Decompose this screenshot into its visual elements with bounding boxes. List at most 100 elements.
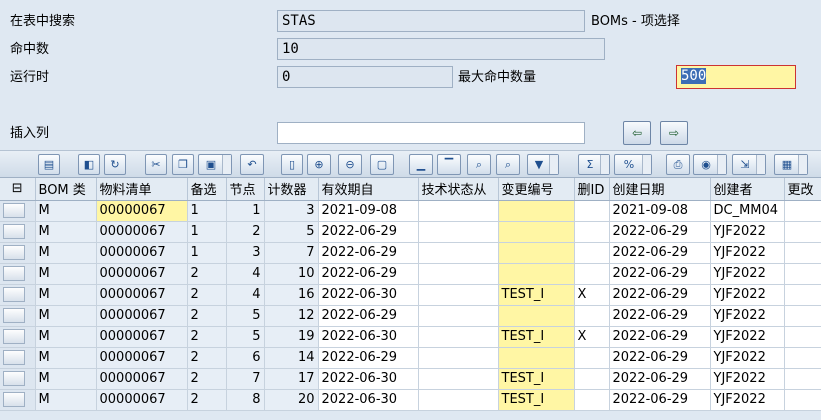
subtotal-button[interactable]: %	[614, 154, 652, 175]
column-header[interactable]: BOM 类	[35, 178, 97, 201]
table-cell[interactable]	[784, 368, 821, 390]
table-cell[interactable]: 2021-09-08	[318, 200, 419, 222]
table-cell[interactable]: X	[574, 284, 610, 306]
sort-desc-button[interactable]: ▔	[437, 154, 461, 175]
table-cell[interactable]	[574, 263, 610, 285]
table-cell[interactable]	[574, 347, 610, 369]
table-cell[interactable]: 2022-06-30	[318, 389, 419, 411]
table-row[interactable]: M 00000067 2 7 17 2022-06-30 TEST_I 2022-06-29 Y…	[0, 368, 821, 390]
table-cell[interactable]: 2022-06-29	[609, 389, 711, 411]
export-button[interactable]: ⇲	[732, 154, 766, 175]
table-cell[interactable]: 00000067	[96, 284, 188, 306]
table-cell[interactable]	[574, 221, 610, 243]
row-selector[interactable]	[0, 200, 36, 222]
paste-columns-button[interactable]: ⇨	[660, 121, 688, 145]
table-cell[interactable]: 1	[226, 200, 265, 222]
check-table-button[interactable]: ◧	[78, 154, 100, 175]
insert-row-button[interactable]: ⊕	[307, 154, 331, 175]
table-cell[interactable]: M	[35, 263, 97, 285]
table-cell[interactable]: 00000067	[96, 368, 188, 390]
table-cell[interactable]: M	[35, 389, 97, 411]
table-cell[interactable]	[498, 305, 575, 327]
table-cell[interactable]	[418, 221, 499, 243]
copy-row-button[interactable]: ▢	[370, 154, 394, 175]
table-cell[interactable]: 8	[226, 389, 265, 411]
table-cell[interactable]: DC_MM04	[710, 200, 785, 222]
table-cell[interactable]: 00000067	[96, 221, 188, 243]
table-cell[interactable]: M	[35, 242, 97, 264]
table-cell[interactable]	[498, 347, 575, 369]
table-cell[interactable]	[784, 284, 821, 306]
find-next-button[interactable]: ⌕	[496, 154, 520, 175]
table-cell[interactable]: TEST_I	[498, 368, 575, 390]
table-cell[interactable]: YJF2022	[710, 368, 785, 390]
table-cell[interactable]: 6	[226, 347, 265, 369]
table-cell[interactable]	[418, 284, 499, 306]
table-cell[interactable]	[418, 263, 499, 285]
table-cell[interactable]: 19	[264, 326, 319, 348]
row-selector[interactable]	[0, 326, 36, 348]
find-button[interactable]: ⌕	[467, 154, 491, 175]
table-cell[interactable]: YJF2022	[710, 242, 785, 264]
table-cell[interactable]: 2021-09-08	[609, 200, 711, 222]
table-cell[interactable]: 2	[187, 347, 227, 369]
table-cell[interactable]: 00000067	[96, 263, 188, 285]
table-cell[interactable]: 20	[264, 389, 319, 411]
column-header[interactable]: 备选	[187, 178, 227, 201]
table-cell[interactable]	[498, 263, 575, 285]
table-cell[interactable]: 2022-06-29	[609, 368, 711, 390]
table-cell[interactable]: M	[35, 368, 97, 390]
table-cell[interactable]	[784, 221, 821, 243]
table-cell[interactable]: 2022-06-29	[318, 242, 419, 264]
table-cell[interactable]: 12	[264, 305, 319, 327]
table-cell[interactable]: 3	[226, 242, 265, 264]
table-cell[interactable]: 2022-06-29	[609, 326, 711, 348]
table-cell[interactable]	[418, 242, 499, 264]
table-cell[interactable]: 2022-06-29	[609, 242, 711, 264]
table-cell[interactable]: 2022-06-30	[318, 368, 419, 390]
row-selector[interactable]	[0, 284, 36, 306]
table-cell[interactable]: 2022-06-29	[609, 305, 711, 327]
cut-button[interactable]: ✂	[145, 154, 167, 175]
table-cell[interactable]: M	[35, 221, 97, 243]
row-selector[interactable]	[0, 347, 36, 369]
column-header[interactable]: 删ID	[574, 178, 610, 201]
column-header[interactable]: 节点	[226, 178, 265, 201]
select-all-icon[interactable]: ⊟	[0, 178, 36, 201]
table-cell[interactable]	[418, 305, 499, 327]
sort-asc-button[interactable]: ▁	[409, 154, 433, 175]
table-cell[interactable]: M	[35, 305, 97, 327]
delete-row-button[interactable]: ⊖	[338, 154, 362, 175]
row-selector[interactable]	[0, 305, 36, 327]
table-cell[interactable]: TEST_I	[498, 389, 575, 411]
table-cell[interactable]: 2	[226, 221, 265, 243]
table-cell[interactable]: 2022-06-30	[318, 326, 419, 348]
table-cell[interactable]: 00000067	[96, 389, 188, 411]
table-cell[interactable]: 2022-06-29	[609, 221, 711, 243]
table-cell[interactable]: M	[35, 347, 97, 369]
table-cell[interactable]: 00000067	[96, 200, 188, 222]
copy-columns-button[interactable]: ⇦	[623, 121, 651, 145]
table-cell[interactable]: M	[35, 326, 97, 348]
table-cell[interactable]: 2022-06-29	[609, 284, 711, 306]
table-cell[interactable]: 4	[226, 263, 265, 285]
table-cell[interactable]: YJF2022	[710, 326, 785, 348]
table-cell[interactable]: 17	[264, 368, 319, 390]
table-cell[interactable]	[784, 305, 821, 327]
table-cell[interactable]: TEST_I	[498, 326, 575, 348]
table-row[interactable]: M 00000067 1 2 5 2022-06-29 2022-06-29 YJF2022	[0, 221, 821, 243]
table-cell[interactable]	[784, 263, 821, 285]
copy-button[interactable]: ❐	[172, 154, 194, 175]
table-cell[interactable]	[574, 242, 610, 264]
search-field[interactable]: STAS	[277, 10, 585, 32]
table-cell[interactable]: YJF2022	[710, 389, 785, 411]
column-header[interactable]: 创建者	[710, 178, 785, 201]
layout-button[interactable]: ▦	[774, 154, 808, 175]
table-row[interactable]: M 00000067 2 5 19 2022-06-30 TEST_I X 2022-06-29…	[0, 326, 821, 348]
table-row[interactable]: M 00000067 1 1 3 2021-09-08 2021-09-08 DC_MM04	[0, 200, 821, 222]
table-cell[interactable]: X	[574, 326, 610, 348]
table-row[interactable]: M 00000067 2 6 14 2022-06-29 2022-06-29 YJF2022	[0, 347, 821, 369]
column-header[interactable]: 技术状态从	[418, 178, 499, 201]
table-cell[interactable]	[498, 221, 575, 243]
table-cell[interactable]	[784, 347, 821, 369]
